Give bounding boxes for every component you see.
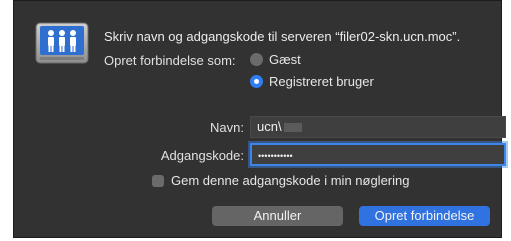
checkbox-unchecked-icon (152, 174, 164, 187)
redacted-username (283, 123, 302, 133)
cancel-button[interactable]: Annuller (212, 206, 343, 226)
name-field[interactable]: ucn\ (250, 116, 506, 138)
password-field-value: ••••••••••• (258, 151, 293, 161)
password-field[interactable]: ••••••••••• (250, 143, 506, 166)
name-label: Navn: (210, 120, 244, 135)
radio-guest[interactable]: Gæst (250, 52, 301, 67)
password-label: Adgangskode: (160, 148, 244, 163)
radio-registered-user-label: Registreret bruger (269, 74, 374, 89)
radio-selected-icon (250, 75, 263, 88)
connect-button[interactable]: Opret forbindelse (359, 206, 490, 226)
radio-unselected-icon (250, 53, 263, 66)
remember-password-label: Gem denne adgangskode i min nøglering (171, 173, 410, 188)
radio-registered-user[interactable]: Registreret bruger (250, 74, 374, 89)
dialog-title: Skriv navn og adgangskode til serveren “… (104, 29, 461, 44)
name-field-value: ucn\ (257, 119, 282, 134)
connect-to-server-dialog: Skriv navn og adgangskode til serveren “… (13, 0, 506, 238)
network-server-people-icon (35, 22, 89, 64)
radio-guest-label: Gæst (269, 52, 301, 67)
remember-password-checkbox[interactable]: Gem denne adgangskode i min nøglering (152, 173, 409, 188)
connect-as-label: Opret forbindelse som: (104, 53, 236, 68)
